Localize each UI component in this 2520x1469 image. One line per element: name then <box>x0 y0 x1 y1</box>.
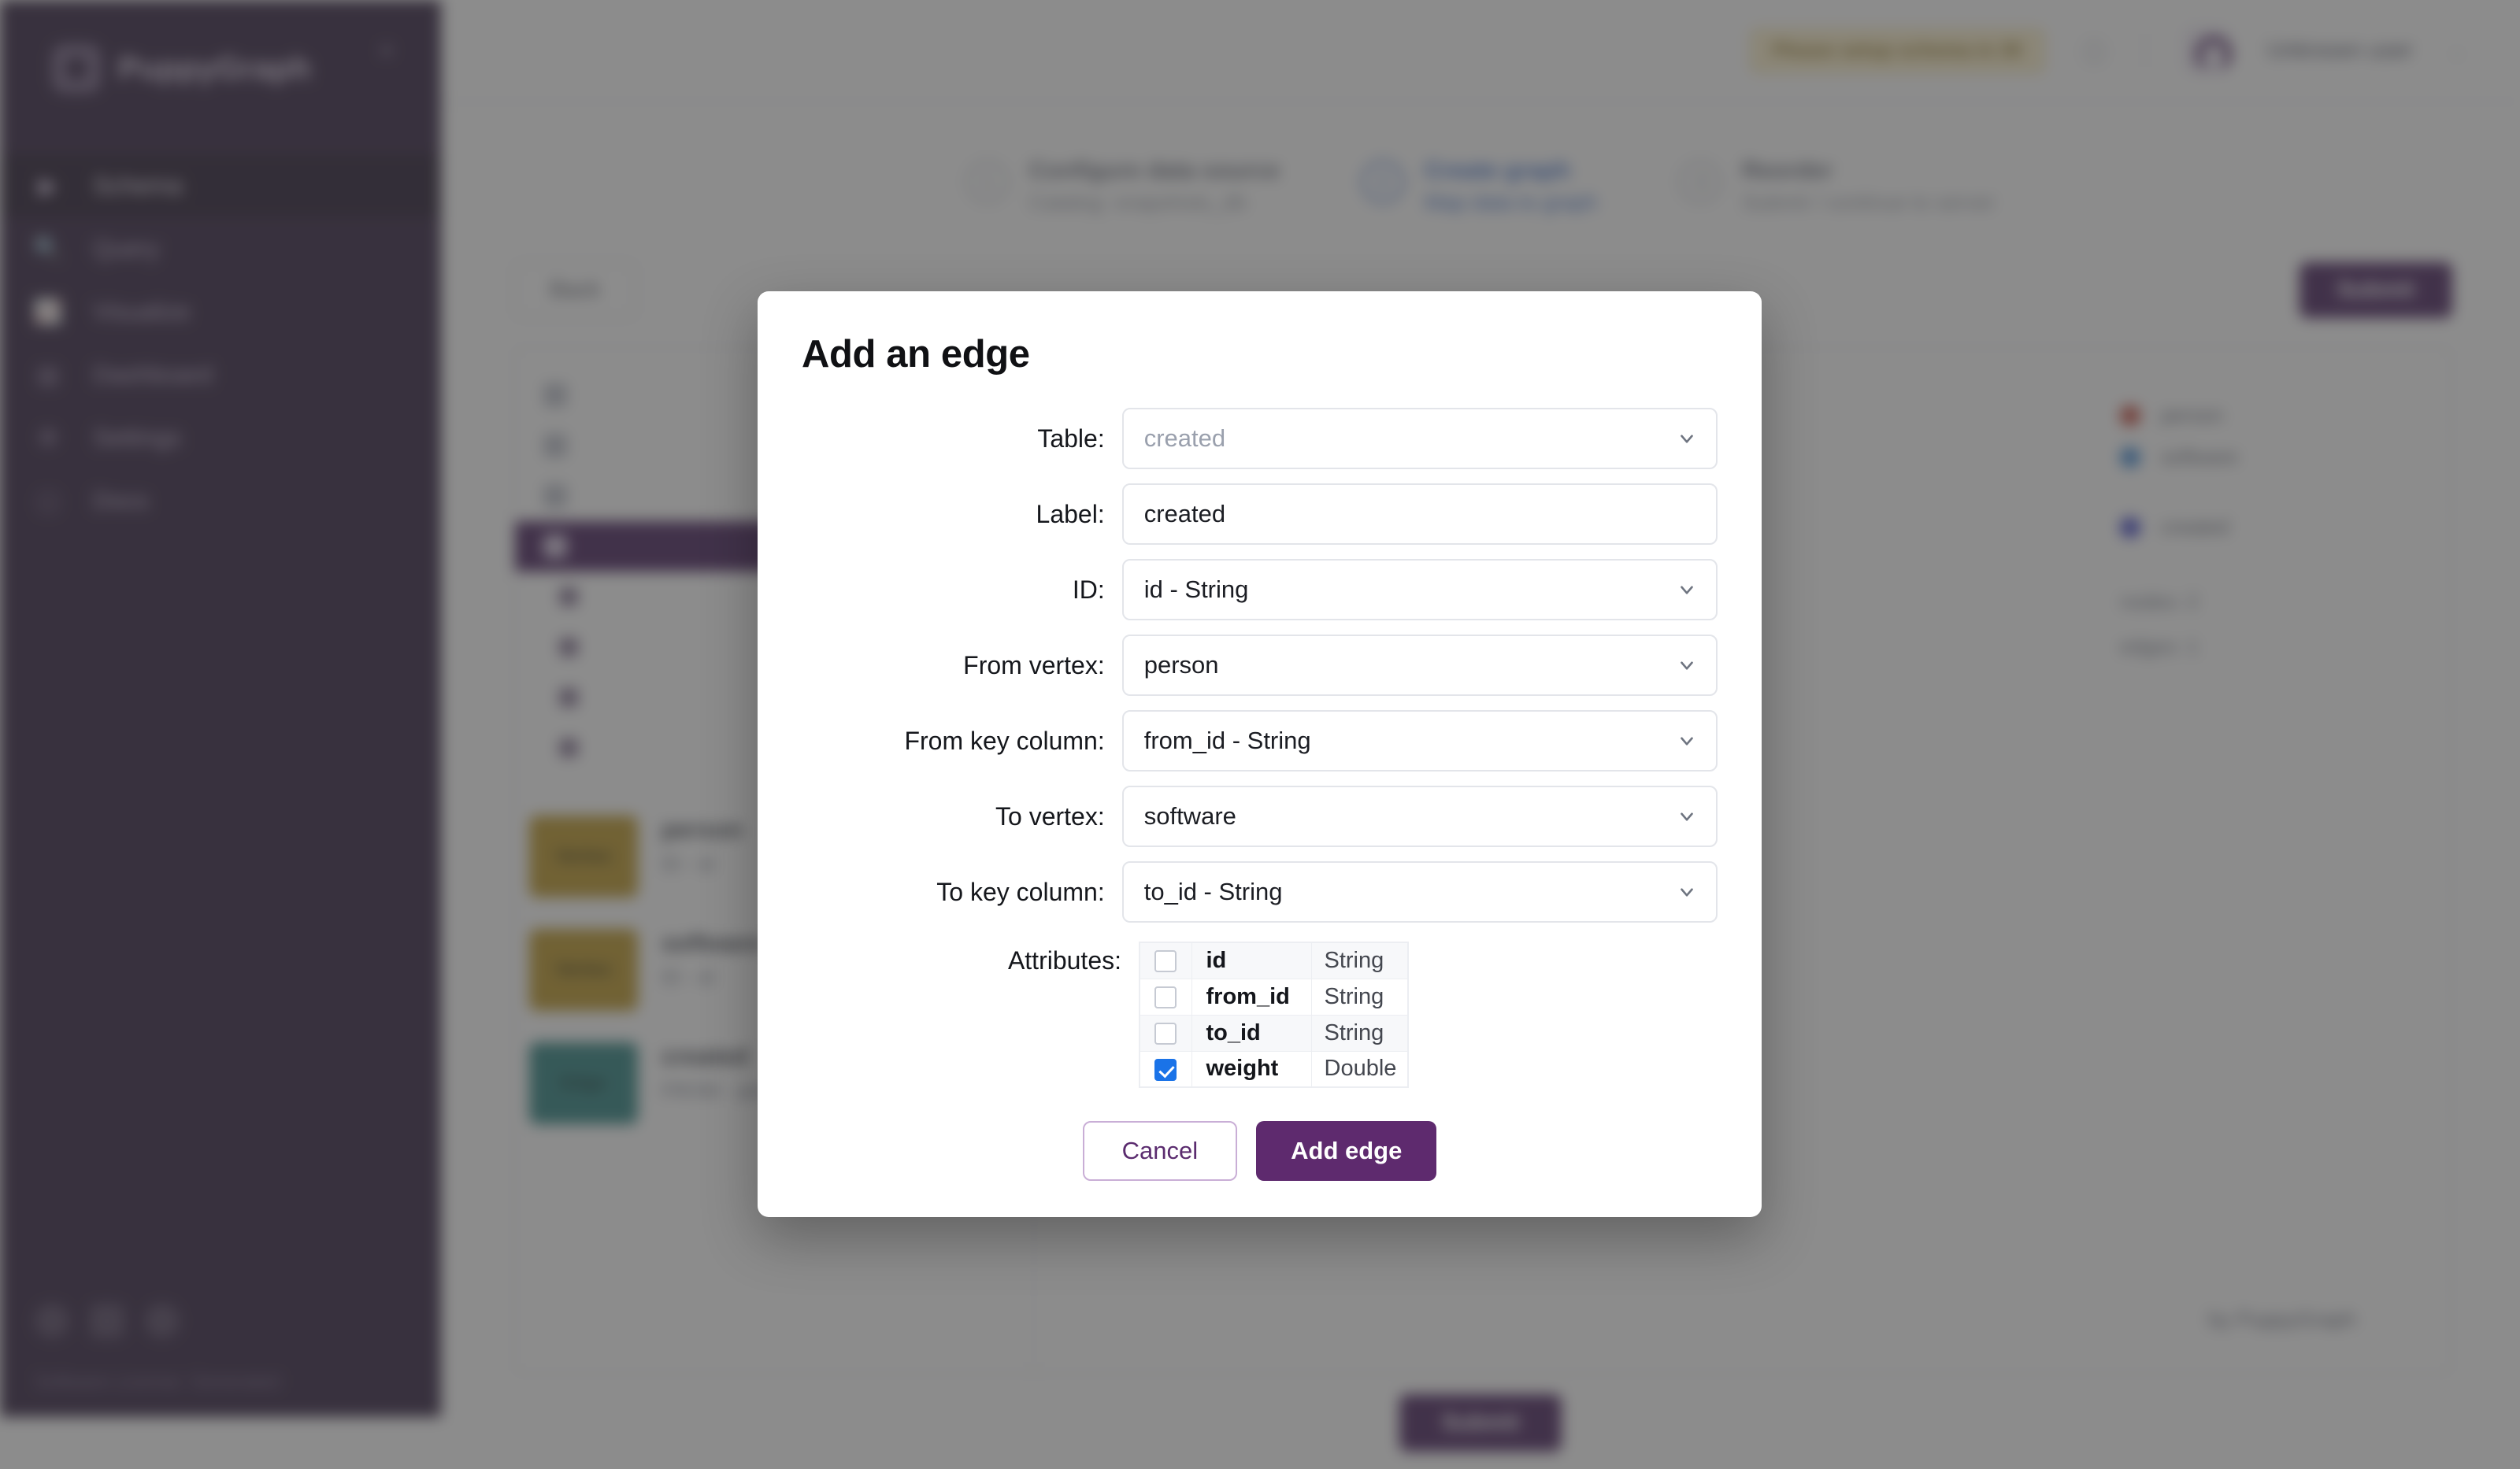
table-row[interactable]: weight Double <box>1139 1050 1409 1088</box>
field-row-label: Label: created <box>802 483 1718 545</box>
chevron-down-icon <box>1677 655 1697 675</box>
field-label: From key column: <box>904 726 1105 755</box>
label-input[interactable]: created <box>1121 483 1718 545</box>
from-key-column-select[interactable]: from_id - String <box>1121 710 1718 772</box>
select-value: id - String <box>1143 575 1249 603</box>
field-label: To key column: <box>936 877 1105 906</box>
from-vertex-select[interactable]: person <box>1121 635 1718 696</box>
table-row[interactable]: to_id String <box>1139 1014 1409 1052</box>
cancel-button[interactable]: Cancel <box>1082 1121 1238 1181</box>
chevron-down-icon <box>1677 731 1697 751</box>
select-value: to_id - String <box>1143 878 1283 905</box>
chevron-down-icon <box>1677 579 1697 600</box>
to-key-column-select[interactable]: to_id - String <box>1121 861 1718 923</box>
dialog-actions: Cancel Add edge <box>802 1121 1718 1181</box>
dialog-title: Add an edge <box>802 333 1030 376</box>
attribute-type: Double <box>1310 1050 1409 1088</box>
table-row[interactable]: from_id String <box>1139 978 1409 1016</box>
attributes-label: Attributes: <box>1007 946 1121 975</box>
input-value: created <box>1143 500 1226 527</box>
checkbox-icon[interactable] <box>1154 950 1177 973</box>
to-vertex-select[interactable]: software <box>1121 786 1718 847</box>
field-row-id: ID: id - String <box>802 559 1718 620</box>
table-select[interactable]: created <box>1121 408 1718 469</box>
field-row-from-key-column: From key column: from_id - String <box>802 710 1718 772</box>
attribute-checkbox-cell[interactable] <box>1139 978 1192 1016</box>
select-value: person <box>1143 651 1219 679</box>
attribute-checkbox-cell[interactable] <box>1139 1014 1192 1052</box>
attribute-name: weight <box>1191 1050 1312 1088</box>
id-select[interactable]: id - String <box>1121 559 1718 620</box>
attribute-name: from_id <box>1191 978 1312 1016</box>
chevron-down-icon <box>1677 882 1697 902</box>
add-edge-button[interactable]: Add edge <box>1256 1121 1437 1181</box>
field-label: To vertex: <box>995 801 1105 831</box>
attribute-type: String <box>1310 942 1409 979</box>
attributes-row: Attributes: id String from_id String to_… <box>802 942 1718 1088</box>
field-row-from-vertex: From vertex: person <box>802 635 1718 696</box>
attribute-type: String <box>1310 978 1409 1016</box>
chevron-down-icon <box>1677 428 1697 449</box>
select-value: created <box>1143 424 1226 452</box>
chevron-down-icon <box>1677 806 1697 827</box>
field-label: Table: <box>1037 424 1105 453</box>
checkbox-checked-icon[interactable] <box>1154 1058 1177 1081</box>
checkbox-icon[interactable] <box>1154 1022 1177 1045</box>
select-value: from_id - String <box>1143 727 1311 754</box>
field-row-to-key-column: To key column: to_id - String <box>802 861 1718 923</box>
attribute-checkbox-cell[interactable] <box>1139 1050 1192 1088</box>
select-value: software <box>1143 802 1236 830</box>
add-edge-dialog: Add an edge Table: created Label: create… <box>758 291 1762 1217</box>
field-row-to-vertex: To vertex: software <box>802 786 1718 847</box>
attribute-name: to_id <box>1191 1014 1312 1052</box>
attribute-name: id <box>1191 942 1312 979</box>
field-row-table: Table: created <box>802 408 1718 469</box>
field-label: From vertex: <box>963 650 1105 679</box>
table-row[interactable]: id String <box>1139 942 1409 979</box>
field-label: ID: <box>1072 575 1105 604</box>
attributes-table: id String from_id String to_id String we… <box>1139 942 1410 1088</box>
field-label: Label: <box>1036 499 1105 528</box>
attribute-checkbox-cell[interactable] <box>1139 942 1192 979</box>
attribute-type: String <box>1310 1014 1409 1052</box>
checkbox-icon[interactable] <box>1154 986 1177 1008</box>
